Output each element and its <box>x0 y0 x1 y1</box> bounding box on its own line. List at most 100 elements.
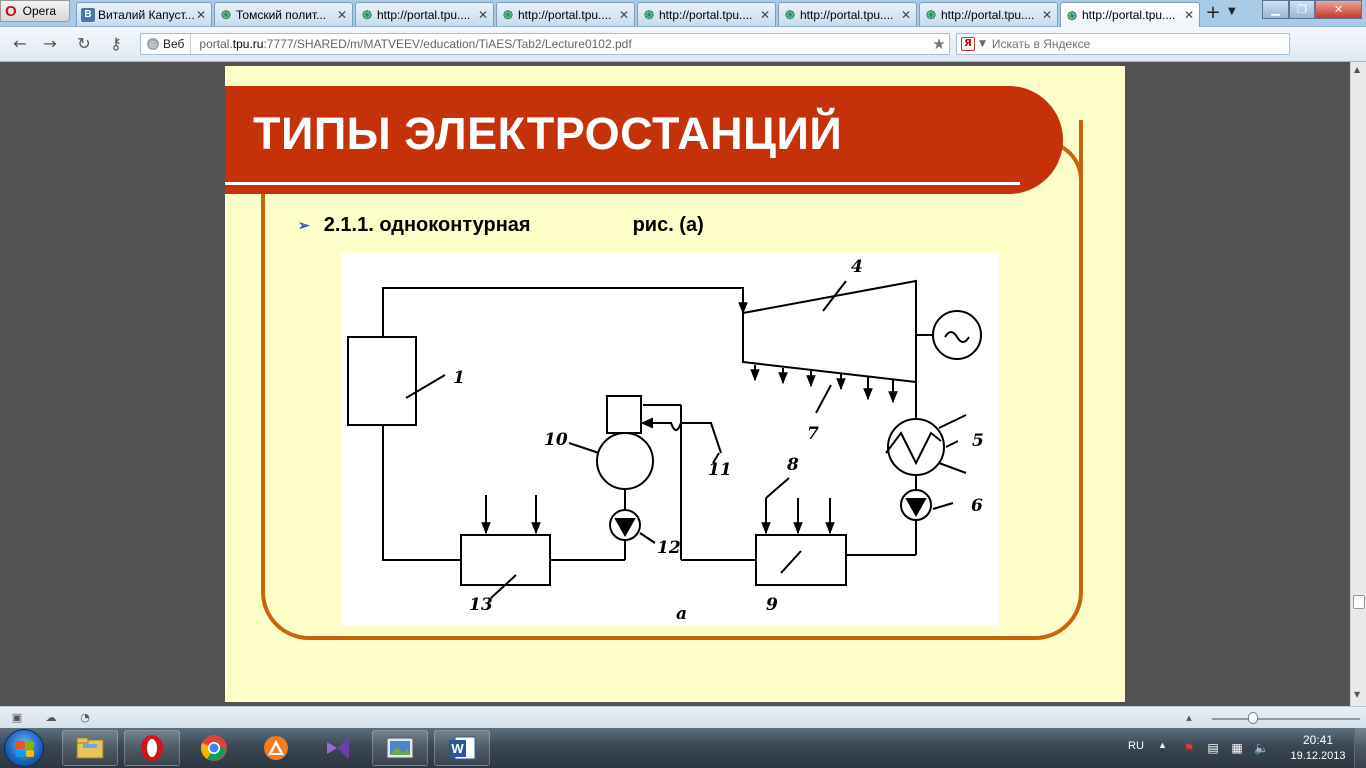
diagram-label-5: 5 <box>972 431 984 451</box>
clock-time: 20:41 <box>1302 733 1334 747</box>
close-window-button[interactable]: ✕ <box>1315 0 1362 19</box>
vertical-scrollbar[interactable]: ▲ ▼ <box>1350 62 1366 706</box>
figure-reference: рис. (а) <box>632 214 704 236</box>
word-icon[interactable]: W <box>434 730 490 766</box>
bullet-arrow-icon: ➢ <box>298 217 310 233</box>
explorer-icon[interactable] <box>62 730 118 766</box>
tab-portal-3[interactable]: ֍ http://portal.tpu.... ✕ <box>637 2 776 26</box>
minimize-button[interactable]: ▁ <box>1262 0 1289 19</box>
tab-tpu[interactable]: ֍ Томский полит... ✕ <box>214 2 353 26</box>
tpu-icon: ֍ <box>362 8 372 22</box>
diagram-label-9: 9 <box>766 595 778 615</box>
turbine <box>742 279 917 384</box>
show-hidden-icons-icon[interactable]: ▲ <box>1158 740 1167 750</box>
tab-portal-2[interactable]: ֍ http://portal.tpu.... ✕ <box>496 2 635 26</box>
tab-portal-4[interactable]: ֍ http://portal.tpu.... ✕ <box>778 2 917 26</box>
deaerator-column <box>606 395 642 434</box>
photo-viewer-icon[interactable] <box>372 730 428 766</box>
close-tab-icon[interactable]: ✕ <box>759 8 771 22</box>
reactor-block <box>347 336 417 426</box>
generator <box>932 310 982 360</box>
opera-menu-button[interactable]: O Opera <box>0 0 70 22</box>
back-button[interactable]: ← <box>10 35 30 53</box>
zoom-slider-track[interactable] <box>1212 718 1360 720</box>
url-text[interactable]: portal.tpu.ru:7777/SHARED/m/MATVEEV/educ… <box>191 37 929 51</box>
diagram-label-8: 8 <box>786 455 799 475</box>
tab-title: Томский полит... <box>236 7 327 22</box>
url-domain: tpu.ru <box>232 37 264 51</box>
close-tab-icon[interactable]: ✕ <box>336 8 348 22</box>
visual-studio-icon[interactable] <box>310 730 366 766</box>
tpu-icon: ֍ <box>644 8 654 22</box>
search-box[interactable]: Я ▼ <box>956 33 1290 55</box>
bookmark-star-icon[interactable]: ★ <box>929 35 949 53</box>
close-tab-icon[interactable]: ✕ <box>618 8 630 22</box>
chrome-icon[interactable] <box>186 730 242 766</box>
close-tab-icon[interactable]: ✕ <box>900 8 912 22</box>
tpu-icon: ֍ <box>221 8 231 22</box>
device-icon[interactable]: ▤ <box>1206 741 1220 755</box>
tab-title: http://portal.tpu.... <box>659 7 753 22</box>
tab-list-dropdown-icon[interactable]: ▼ <box>1228 6 1236 17</box>
slide-bullet: ➢ 2.1.1. одноконтурная рис. (а) <box>298 214 704 237</box>
security-flag-icon[interactable]: ⚑ <box>1182 741 1196 755</box>
address-bar[interactable]: ◎ Веб portal.tpu.ru:7777/SHARED/m/MATVEE… <box>140 33 950 55</box>
show-desktop-button[interactable] <box>1354 728 1366 768</box>
maximize-button[interactable]: ❐ <box>1289 0 1315 19</box>
diagram-label-12: 12 <box>657 538 681 558</box>
web-mode-badge[interactable]: ◎ Веб <box>141 34 192 54</box>
deaerator-tank <box>596 432 654 490</box>
reload-button[interactable]: ↻ <box>74 35 94 53</box>
web-mode-label: Веб <box>163 37 185 51</box>
navigation-bar: ← → ↻ ⚷ ◎ Веб portal.tpu.ru:7777/SHARED/… <box>0 27 1366 84</box>
slide-title-underline <box>225 182 1020 185</box>
scroll-down-icon[interactable]: ▼ <box>1354 690 1360 699</box>
tab-vk[interactable]: В Виталий Капуст... ✕ <box>76 2 212 26</box>
power-plant-diagram: 1 4 5 6 7 8 9 10 11 12 13 а <box>341 253 999 625</box>
search-input[interactable] <box>991 37 1289 51</box>
forward-button[interactable]: → <box>40 35 60 53</box>
close-tab-icon[interactable]: ✕ <box>1041 8 1053 22</box>
tpu-icon: ֍ <box>503 8 513 22</box>
diagram-label-11: 11 <box>708 460 732 480</box>
turbo-icon[interactable]: ◔ <box>78 711 92 724</box>
zoom-slider-thumb[interactable] <box>1248 712 1258 724</box>
language-indicator[interactable]: RU <box>1128 740 1144 752</box>
network-icon[interactable]: ▦ <box>1230 741 1244 755</box>
new-tab-button[interactable]: + <box>1204 4 1222 22</box>
close-tab-icon[interactable]: ✕ <box>195 8 207 22</box>
scroll-up-icon[interactable]: ▲ <box>1354 65 1360 74</box>
search-engine-dropdown-icon[interactable]: ▼ <box>979 39 986 49</box>
clock-date: 19.12.2013 <box>1290 750 1346 762</box>
low-pressure-heater <box>755 534 847 586</box>
url-path: :7777/SHARED/m/MATVEEV/education/TiAES/T… <box>263 37 632 51</box>
condenser <box>887 418 945 476</box>
steam-line <box>382 287 748 337</box>
close-tab-icon[interactable]: ✕ <box>1183 8 1195 22</box>
tpu-icon: ֍ <box>926 8 936 22</box>
volume-icon[interactable]: 🔈 <box>1254 741 1269 755</box>
opera-menu-label: Opera <box>22 4 57 18</box>
status-bar: ▣ ☁ ◔ ▴ <box>0 706 1366 728</box>
tab-portal-5[interactable]: ֍ http://portal.tpu.... ✕ <box>919 2 1058 26</box>
key-icon[interactable]: ⚷ <box>106 35 126 53</box>
url-prefix: portal. <box>199 37 233 51</box>
diagram-label-4: 4 <box>851 257 863 277</box>
panel-toggle-icon[interactable]: ▣ <box>10 711 24 724</box>
opera-logo-icon: O <box>5 2 17 20</box>
scroll-thumb[interactable] <box>1353 595 1365 609</box>
clock[interactable]: 20:41 19.12.2013 <box>1290 733 1346 762</box>
diagram-label-6: 6 <box>971 496 983 516</box>
avast-icon[interactable] <box>248 730 304 766</box>
svg-text:W: W <box>451 741 464 756</box>
zoom-menu-icon[interactable]: ▴ <box>1182 711 1196 724</box>
opera-unite-icon[interactable]: ☁ <box>44 711 58 724</box>
close-tab-icon[interactable]: ✕ <box>477 8 489 22</box>
tab-portal-active[interactable]: ֍ http://portal.tpu.... ✕ <box>1060 2 1200 27</box>
start-button[interactable] <box>4 729 44 767</box>
diagram-label-7: 7 <box>807 424 819 444</box>
globe-icon: ◎ <box>147 38 159 50</box>
opera-icon[interactable] <box>124 730 180 766</box>
tab-title: http://portal.tpu.... <box>377 7 471 22</box>
tab-portal-1[interactable]: ֍ http://portal.tpu.... ✕ <box>355 2 494 26</box>
